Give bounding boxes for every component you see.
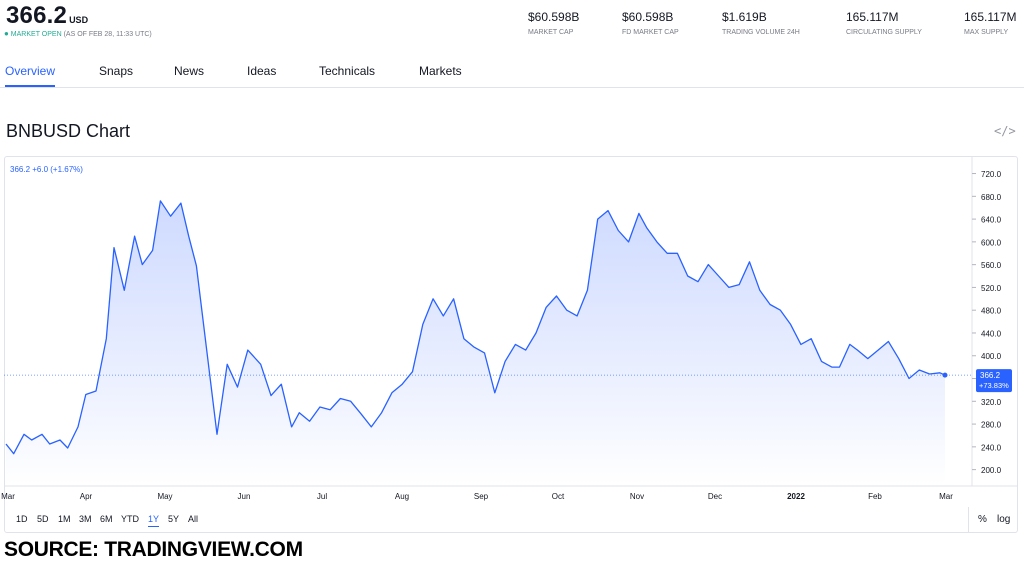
last-price-value: 366.2 — [980, 371, 1001, 380]
x-tick-label: 2022 — [787, 492, 805, 501]
range-6m[interactable]: 6M — [100, 514, 113, 524]
x-tick-label: Nov — [630, 492, 644, 501]
y-tick-label: 680.0 — [981, 193, 1002, 202]
x-tick-label: Mar — [939, 492, 953, 501]
range-all[interactable]: All — [188, 514, 198, 524]
x-tick-label: Oct — [552, 492, 565, 501]
scale-divider — [968, 507, 969, 532]
last-price-point — [942, 372, 948, 378]
x-tick-label: Jun — [238, 492, 251, 501]
x-tick-label: May — [157, 492, 172, 501]
x-tick-label: Mar — [1, 492, 15, 501]
range-5y[interactable]: 5Y — [168, 514, 179, 524]
chart-legend-text: 366.2 +6.0 (+1.67%) — [10, 165, 83, 174]
y-tick-label: 440.0 — [981, 329, 1002, 338]
y-tick-label: 600.0 — [981, 238, 1002, 247]
range-5d[interactable]: 5D — [37, 514, 49, 524]
last-price-change: +73.83% — [979, 381, 1009, 390]
y-tick-label: 240.0 — [981, 443, 1002, 452]
x-tick-label: Apr — [80, 492, 93, 501]
x-tick-label: Dec — [708, 492, 722, 501]
y-tick-label: 720.0 — [981, 170, 1002, 179]
price-chart[interactable]: 200.0240.0280.0320.0360.0400.0440.0480.0… — [0, 0, 1024, 510]
y-tick-label: 280.0 — [981, 421, 1002, 430]
range-1m[interactable]: 1M — [58, 514, 71, 524]
percent-scale-button[interactable]: % — [978, 514, 987, 525]
y-tick-label: 520.0 — [981, 284, 1002, 293]
y-tick-label: 640.0 — [981, 216, 1002, 225]
x-tick-label: Sep — [474, 492, 489, 501]
source-caption: SOURCE: TRADINGVIEW.COM — [4, 538, 303, 561]
range-ytd[interactable]: YTD — [121, 514, 139, 524]
range-3m[interactable]: 3M — [79, 514, 92, 524]
log-scale-button[interactable]: log — [997, 514, 1010, 525]
y-tick-label: 200.0 — [981, 466, 1002, 475]
range-1d[interactable]: 1D — [16, 514, 28, 524]
y-tick-label: 560.0 — [981, 261, 1002, 270]
range-1y[interactable]: 1Y — [148, 514, 160, 527]
y-tick-label: 480.0 — [981, 307, 1002, 316]
y-tick-label: 320.0 — [981, 398, 1002, 407]
x-tick-label: Feb — [868, 492, 882, 501]
x-tick-label: Jul — [317, 492, 327, 501]
x-tick-label: Aug — [395, 492, 409, 501]
y-tick-label: 400.0 — [981, 352, 1002, 361]
